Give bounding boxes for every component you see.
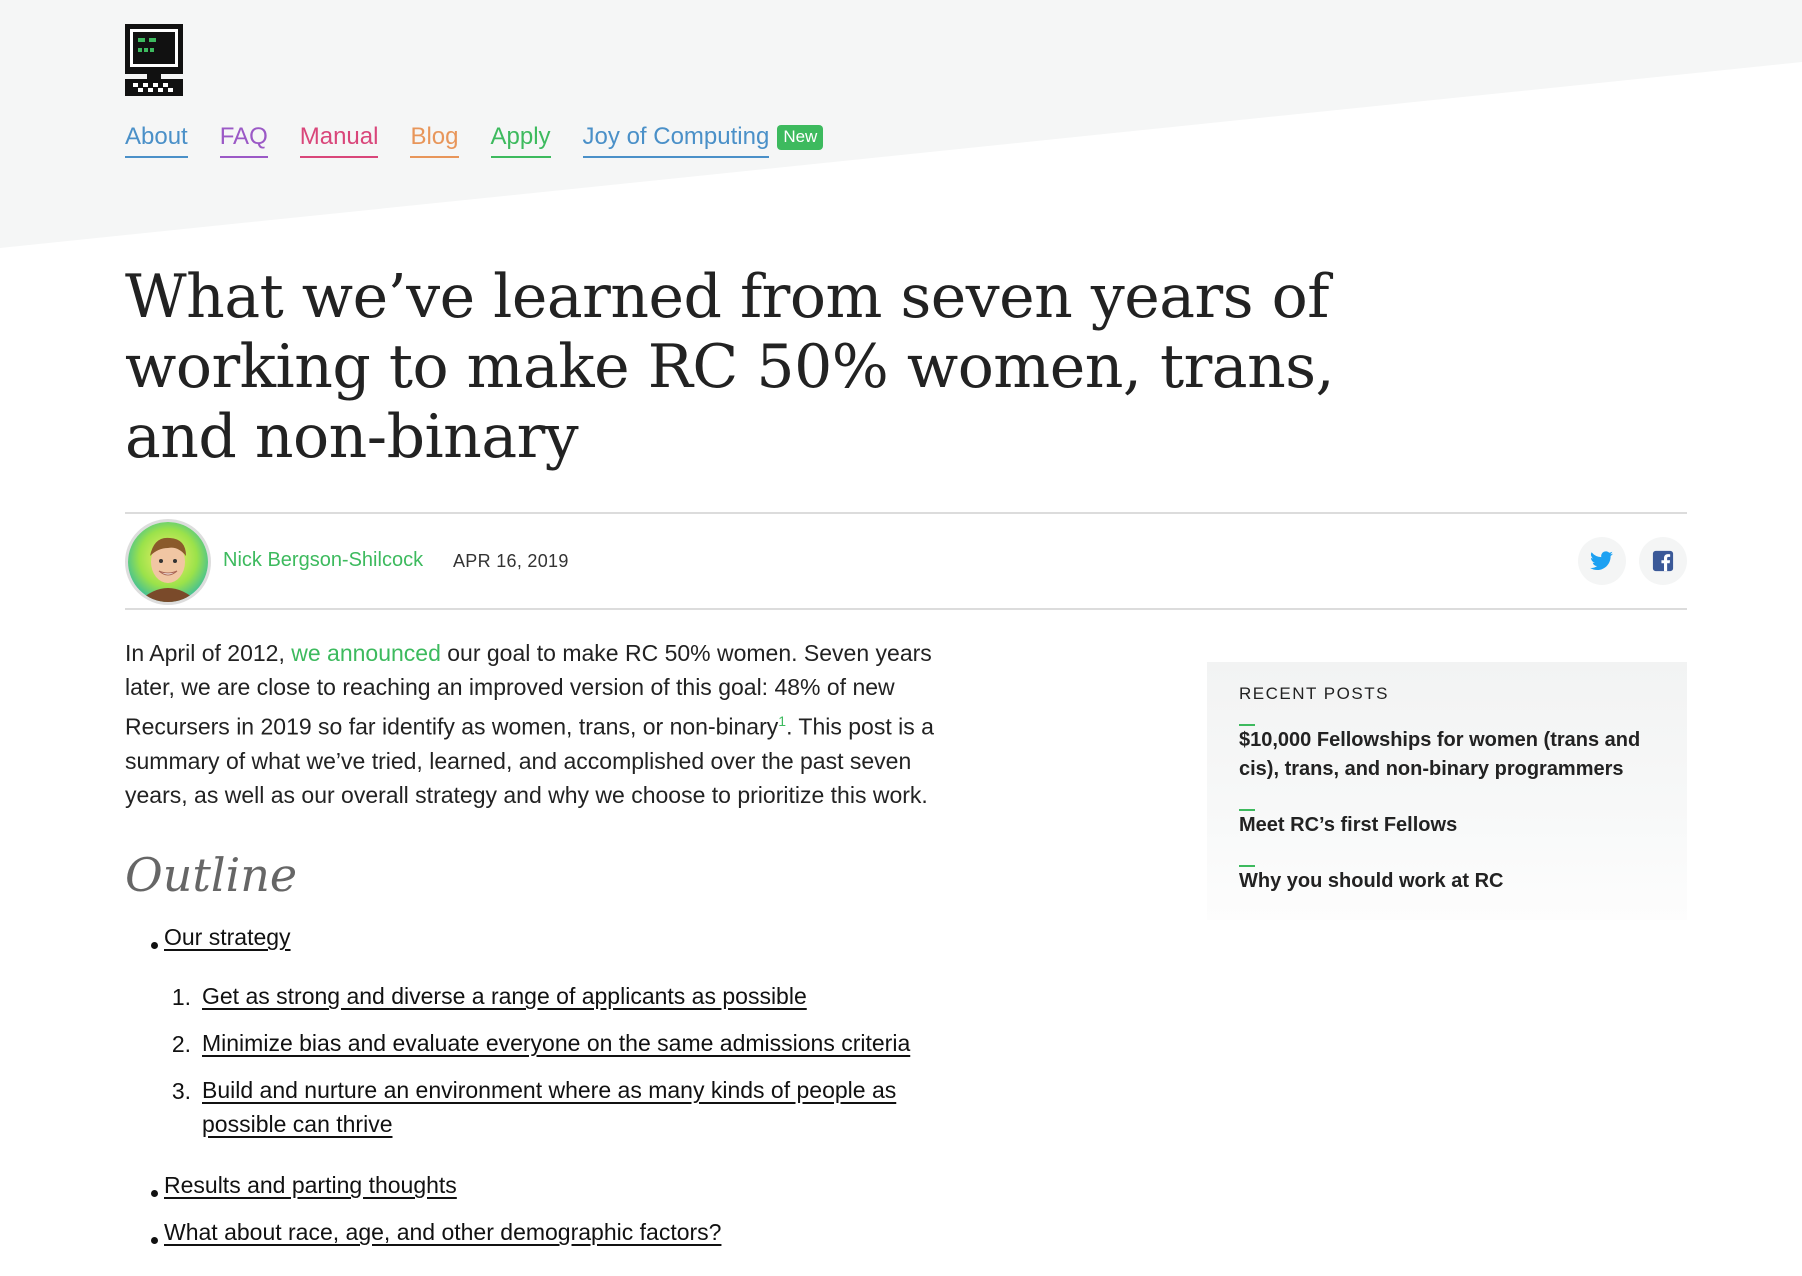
outline-subitem-number: 2. xyxy=(171,1031,191,1057)
divider-top xyxy=(125,512,1687,514)
intro-text-1: In April of 2012, xyxy=(125,640,292,666)
nav-faq[interactable]: FAQ xyxy=(219,123,268,158)
nav-manual[interactable]: Manual xyxy=(299,123,379,158)
post-title: What we’ve learned from seven years of w… xyxy=(125,262,1335,472)
recent-post-first-fellows[interactable]: Meet RC’s first Fellows xyxy=(1239,811,1659,840)
recent-post-work-at-rc[interactable]: Why you should work at RC xyxy=(1239,867,1659,896)
facebook-share-button[interactable] xyxy=(1639,537,1687,585)
outline-subitem-minimize-bias[interactable]: Minimize bias and evaluate everyone on t… xyxy=(202,1026,962,1060)
outline-item-results[interactable]: Results and parting thoughts xyxy=(164,1172,457,1199)
announcement-link[interactable]: we announced xyxy=(291,640,441,666)
outline-subitem-number: 3. xyxy=(171,1078,191,1104)
recent-post-fellowships[interactable]: $10,000 Fellowships for women (trans and… xyxy=(1239,726,1659,784)
bullet xyxy=(135,1178,158,1197)
bullet xyxy=(135,1225,158,1244)
bullet xyxy=(135,930,158,949)
nav-about[interactable]: About xyxy=(125,123,188,158)
twitter-icon xyxy=(1590,551,1613,570)
recent-posts-heading: RECENT POSTS xyxy=(1239,684,1389,703)
facebook-icon xyxy=(1652,550,1674,572)
outline-subitem-applicants[interactable]: Get as strong and diverse a range of app… xyxy=(202,979,962,1013)
post-date: APR 16, 2019 xyxy=(453,551,569,571)
recent-posts-sidebar: RECENT POSTS $10,000 Fellowships for wom… xyxy=(1207,662,1687,920)
divider-bottom xyxy=(125,608,1687,610)
author-link[interactable]: Nick Bergson-Shilcock xyxy=(223,549,423,572)
author-avatar xyxy=(125,519,211,605)
nav-blog[interactable]: Blog xyxy=(410,123,459,158)
outline-item-our-strategy[interactable]: Our strategy xyxy=(164,924,291,951)
main-nav: About FAQ Manual Blog Apply Joy of Compu… xyxy=(125,123,824,158)
nav-apply[interactable]: Apply xyxy=(490,123,551,158)
outline-subitem-environment[interactable]: Build and nurture an environment where a… xyxy=(202,1073,902,1141)
footnote-link[interactable]: 1 xyxy=(778,713,786,729)
intro-paragraph: In April of 2012, we announced our goal … xyxy=(125,636,945,812)
outline-subitem-number: 1. xyxy=(171,984,191,1010)
outline-heading: Outline xyxy=(125,848,298,902)
twitter-share-button[interactable] xyxy=(1578,537,1626,585)
new-badge: New xyxy=(777,125,824,150)
nav-joy-of-computing[interactable]: Joy of Computing xyxy=(582,123,770,158)
outline-item-race-age[interactable]: What about race, age, and other demograp… xyxy=(164,1219,721,1246)
nav-joy-of-computing-wrap: Joy of Computing New xyxy=(582,123,824,158)
rc-logo-icon[interactable] xyxy=(125,24,183,96)
